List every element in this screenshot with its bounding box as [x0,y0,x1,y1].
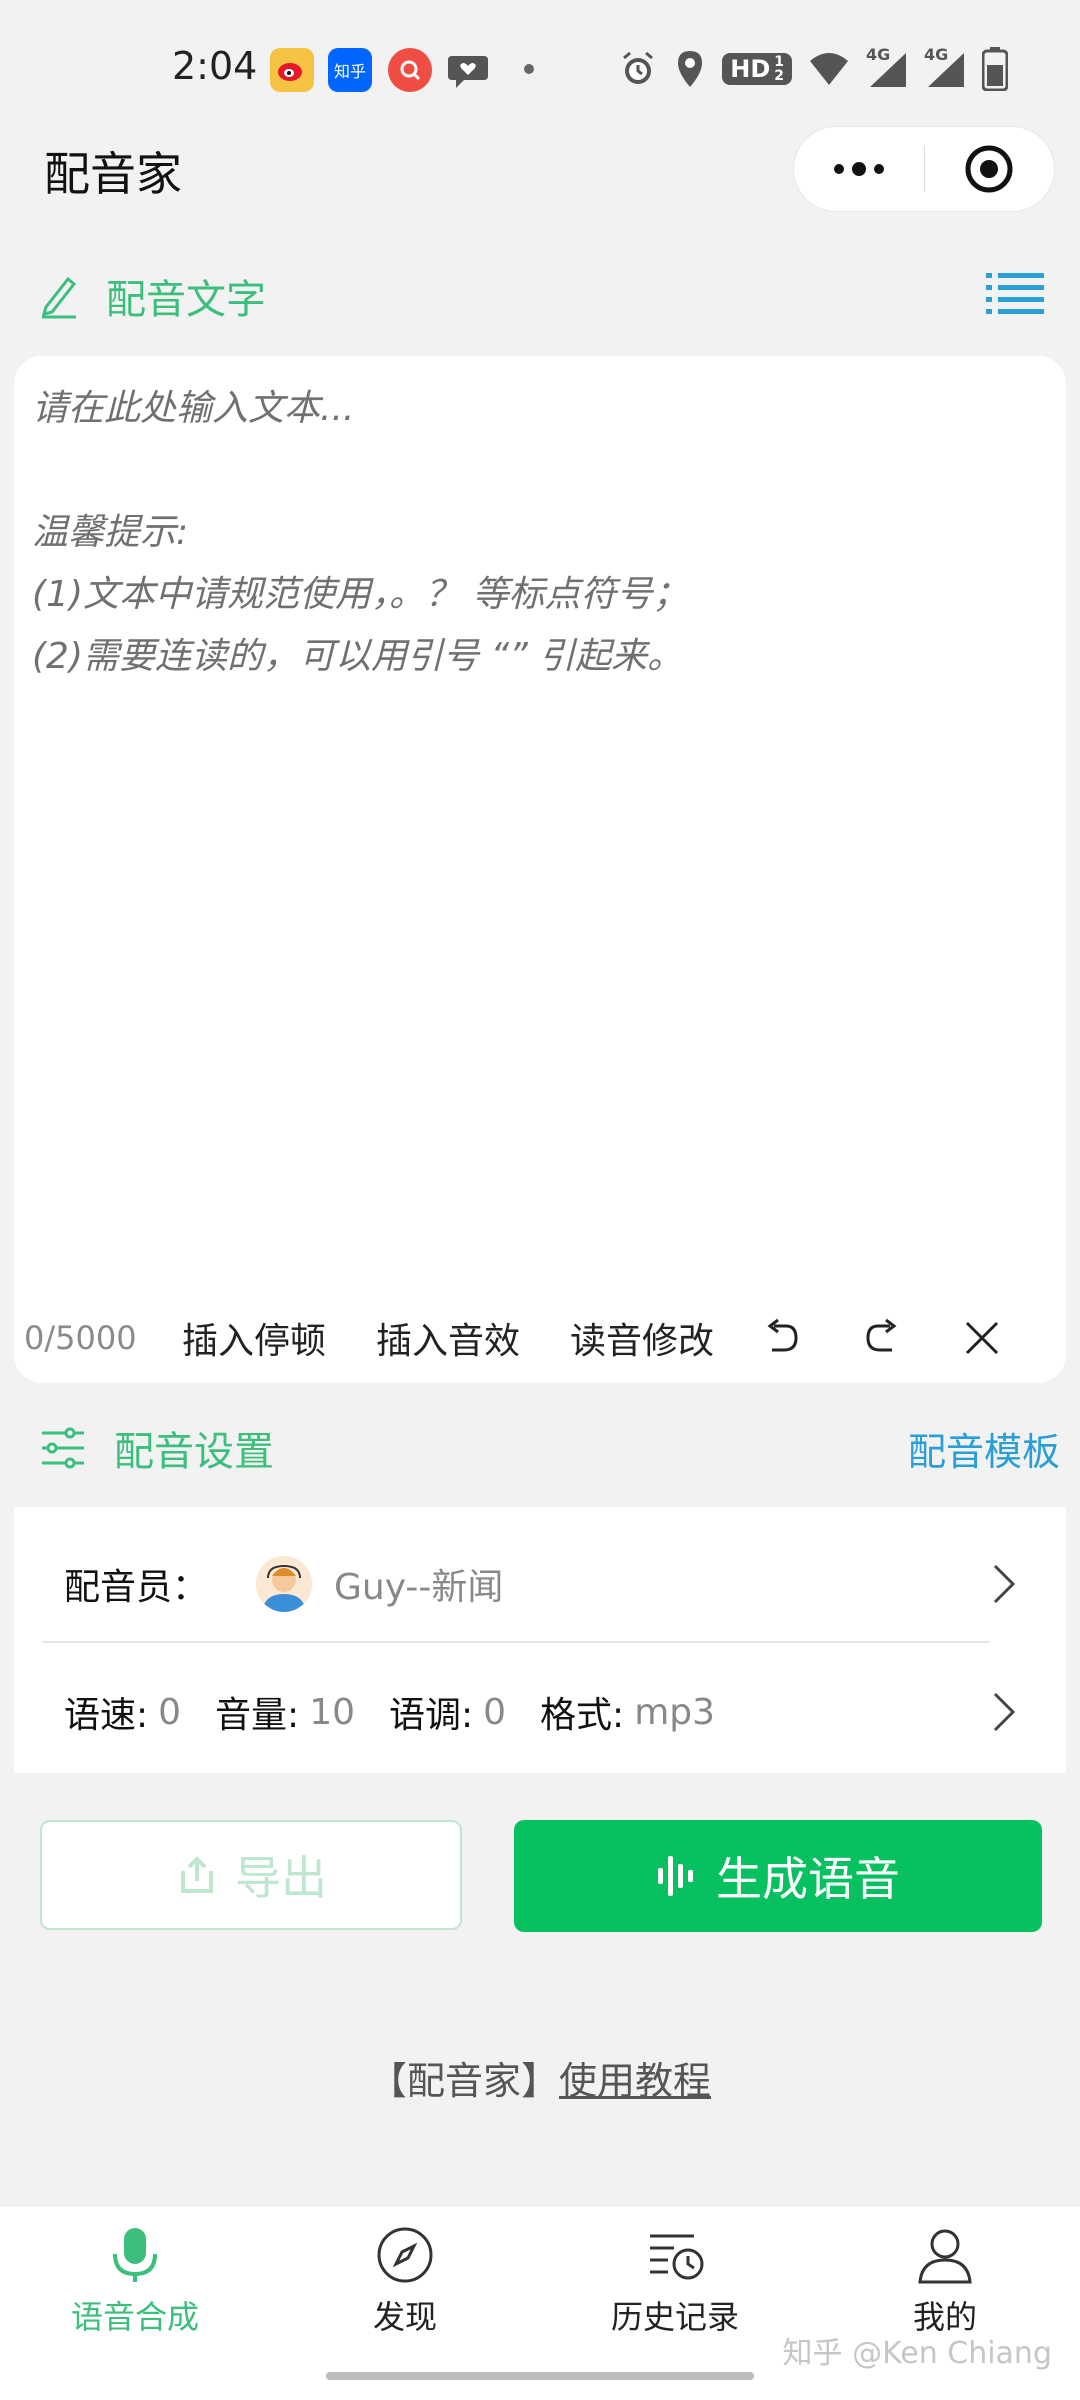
char-counter: 0/5000 [24,1319,137,1357]
target-circle-icon [965,145,1013,193]
pitch-label: 语调: [389,1695,474,1736]
text-editor-card: 请在此处输入文本... 温馨提示: (1)文本中请规范使用，。？ 等标点符号； … [14,356,1066,1383]
zhihu-icon: 知乎 [328,48,372,92]
speed-value: 0 [158,1691,182,1733]
status-right: HD 1 2 4G 4G [618,44,1008,94]
undo-button[interactable] [732,1318,832,1358]
more-button[interactable] [794,127,924,211]
tutorial-link[interactable]: 使用教程 [559,2059,711,2103]
voice-actor-label: 配音员： [64,1567,209,1608]
redo-icon [866,1318,897,1352]
text-section-header: 配音文字 [40,266,1050,326]
wifi-icon [810,53,848,85]
insert-pause-button[interactable]: 插入停顿 [182,1312,326,1364]
history-icon [650,2234,704,2280]
more-dots-icon [833,162,884,176]
generate-voice-label: 生成语音 [716,1852,900,1906]
person-icon [918,2229,972,2284]
tutorial-line: 【配音家】使用教程 [0,2050,1080,2105]
chevron-right-icon [993,1692,1016,1732]
search-app-icon [388,48,432,92]
close-program-button[interactable] [925,127,1055,211]
list-icon [986,273,1044,314]
tab-label: 发现 [372,2298,437,2336]
tab-voice-synthesis[interactable]: 语音合成 [0,2226,270,2338]
tab-label: 语音合成 [70,2298,199,2336]
insert-sound-effect-button[interactable]: 插入音效 [376,1312,520,1364]
tutorial-prefix: 【配音家】 [368,2059,559,2103]
voice-template-link[interactable]: 配音模板 [908,1421,1060,1476]
avatar [256,1556,313,1612]
voice-actor-value: Guy--新闻 [334,1567,504,1608]
close-icon [965,1321,999,1355]
alarm-icon [623,51,654,84]
tab-label: 历史记录 [610,2298,739,2336]
clear-button[interactable] [932,1320,1032,1356]
format-label: 格式: [540,1695,625,1736]
settings-section-label: 配音设置 [114,1429,274,1475]
status-time: 2:04 [172,44,258,88]
signal-1: 4G [866,45,908,89]
text-list-button[interactable] [986,271,1044,321]
notification-dot [524,64,534,74]
network-label-1: 4G [866,45,891,64]
editor-toolbar: 0/5000 插入停顿 插入音效 读音修改 [14,1299,1066,1377]
export-label: 导出 [235,1851,327,1905]
tab-profile[interactable]: 我的 [810,2226,1080,2338]
chevron-right-icon [993,1564,1016,1604]
format-value: mp3 [634,1691,716,1733]
page-title: 配音家 [44,147,182,201]
settings-section-header: 配音设置 配音模板 [40,1418,1060,1478]
voice-params-row[interactable]: 语速: 0 音量: 10 语调: 0 格式: mp3 [64,1647,1016,1777]
signal-2: 4G [924,45,966,89]
text-section-label: 配音文字 [106,277,266,323]
volume-label: 音量: [215,1695,300,1736]
hd-label: HD [730,55,771,83]
divider [42,1641,990,1643]
waveform-icon [658,1856,693,1896]
voice-actor-row[interactable]: 配音员： Guy--新闻 [64,1519,1016,1649]
generate-voice-button[interactable]: 生成语音 [514,1820,1042,1932]
network-label-2: 4G [924,45,949,64]
tab-history[interactable]: 历史记录 [540,2226,810,2338]
pitch-value: 0 [483,1691,507,1733]
sliders-icon [42,1427,84,1469]
chat-icon [446,48,490,92]
pronunciation-edit-button[interactable]: 读音修改 [570,1312,714,1364]
battery-icon [982,47,1008,91]
volume-value: 10 [309,1691,355,1733]
watermark: 知乎 @Ken Chiang [782,2336,1052,2371]
hd-badge: HD 1 2 [722,53,792,85]
pencil-icon [41,276,77,319]
text-input-area[interactable]: 请在此处输入文本... 温馨提示: (1)文本中请规范使用，。？ 等标点符号； … [32,378,1036,688]
mini-program-capsule [793,126,1055,212]
weibo-icon [270,48,314,92]
redo-button[interactable] [832,1318,932,1358]
location-icon [678,51,703,87]
export-icon [181,1856,213,1893]
microphone-icon [113,2228,157,2282]
speed-label: 语速: [64,1695,149,1736]
tab-discover[interactable]: 发现 [270,2226,540,2338]
export-button[interactable]: 导出 [40,1820,462,1930]
settings-card: 配音员： Guy--新闻 语速: 0 音量: 10 语调: 0 格式: mp3 [14,1507,1066,1773]
undo-icon [767,1318,798,1352]
compass-icon [377,2227,433,2283]
home-indicator[interactable] [326,2372,754,2380]
